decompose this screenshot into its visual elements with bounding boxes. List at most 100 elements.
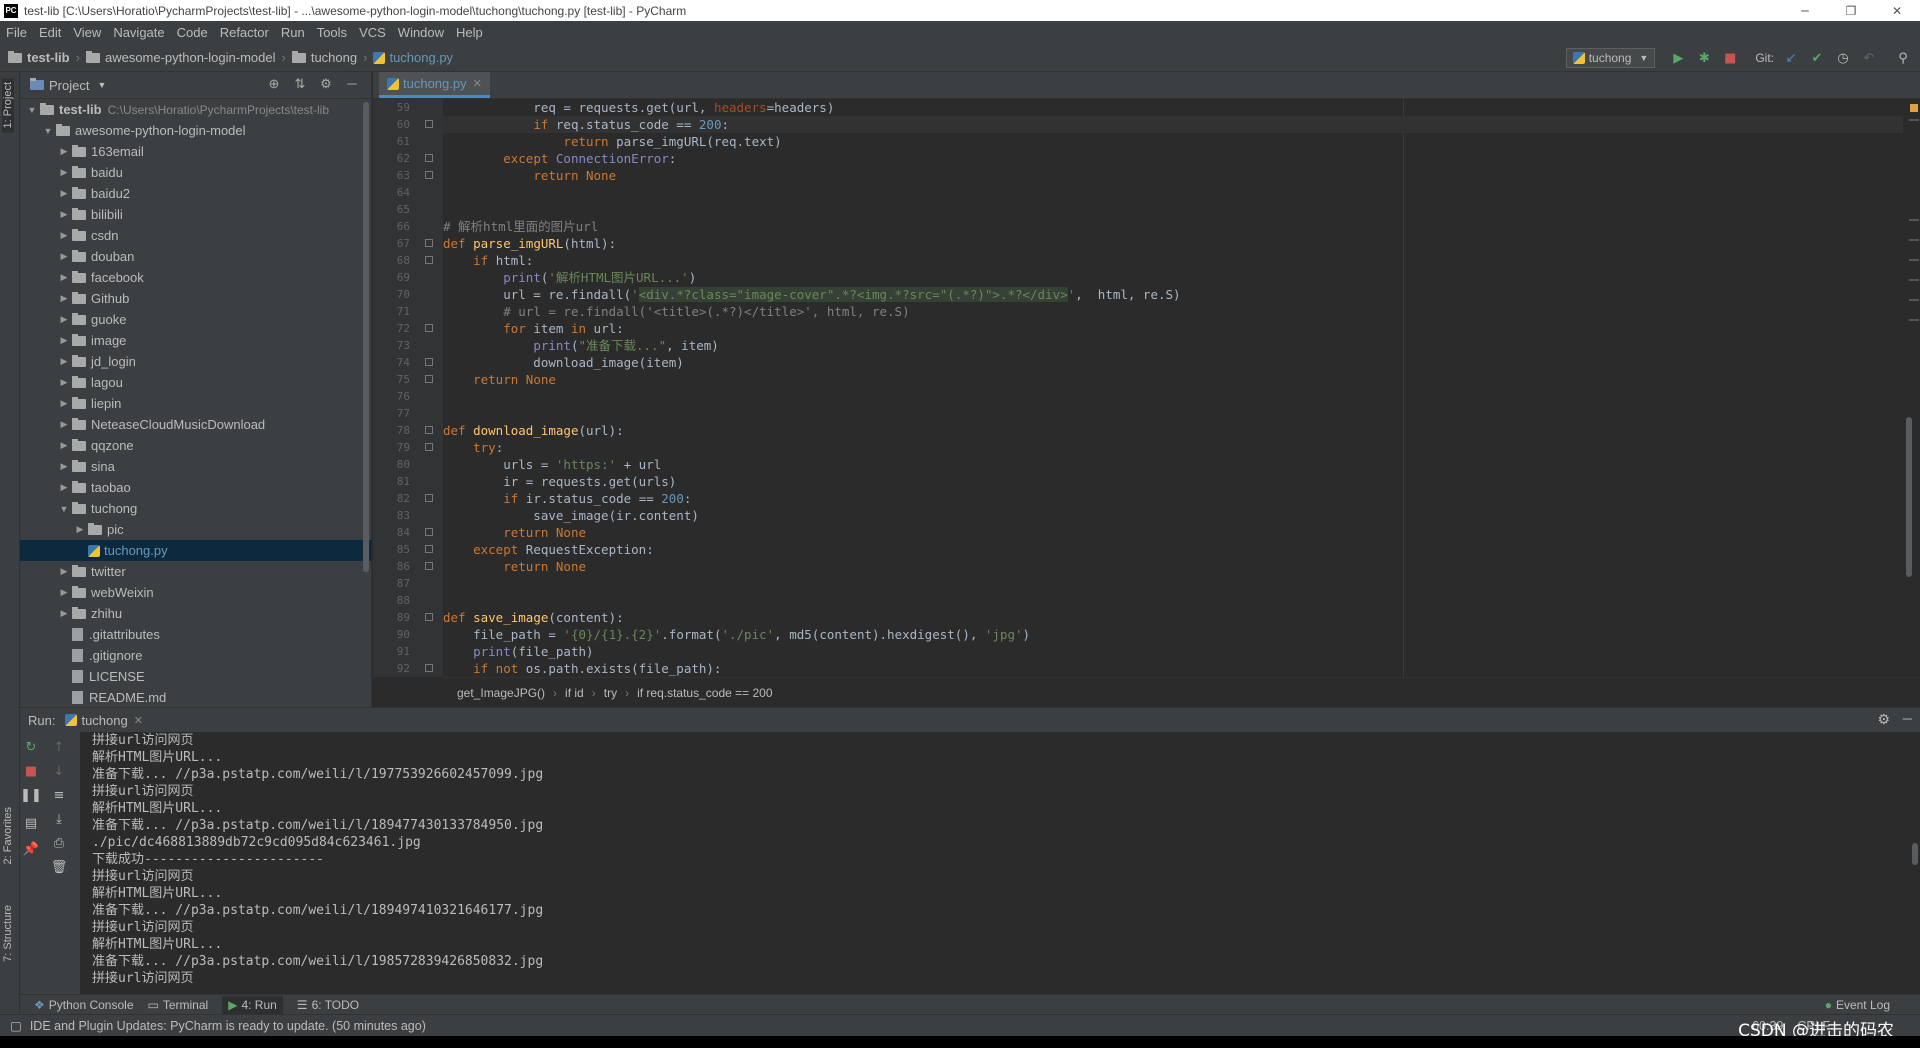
code-line[interactable] (443, 388, 1903, 405)
line-number[interactable]: 90 (373, 626, 443, 643)
tree-folder[interactable]: ▶ lagou (20, 372, 372, 393)
line-number[interactable]: 59 (373, 99, 443, 116)
line-number[interactable]: 61 (373, 133, 443, 150)
line-number[interactable]: 70 (373, 286, 443, 303)
code-line[interactable]: return parse_imgURL(req.text) (443, 133, 1903, 150)
tree-folder[interactable]: ▼ tuchong (20, 498, 372, 519)
tree-folder[interactable]: ▶ jd_login (20, 351, 372, 372)
project-scrollbar[interactable] (363, 102, 369, 572)
code-line[interactable]: return None (443, 371, 1903, 388)
collapse-all-icon[interactable]: ⇅ (287, 76, 313, 92)
soft-wrap-icon[interactable]: ≡ (48, 784, 70, 806)
line-number[interactable]: 79 (373, 439, 443, 456)
code-line[interactable]: return None (443, 524, 1903, 541)
scroll-up-icon[interactable]: ↑ (48, 736, 70, 758)
line-number[interactable]: 64 (373, 184, 443, 201)
fold-marker-icon[interactable] (425, 528, 433, 536)
tree-folder[interactable]: ▶ qqzone (20, 435, 372, 456)
tree-folder[interactable]: ▶ sina (20, 456, 372, 477)
tree-file[interactable]: .gitignore (20, 645, 372, 666)
tree-folder[interactable]: ▶ NeteaseCloudMusicDownload (20, 414, 372, 435)
code-line[interactable]: # url = re.findall('<title>(.*?)</title>… (443, 303, 1903, 320)
warning-marker[interactable] (1910, 104, 1918, 112)
scroll-to-end-icon[interactable]: ⤓ (48, 808, 70, 830)
line-number[interactable]: 80 (373, 456, 443, 473)
code-line[interactable]: if html: (443, 252, 1903, 269)
line-number[interactable]: 62 (373, 150, 443, 167)
tree-folder[interactable]: ▶ douban (20, 246, 372, 267)
line-number[interactable]: 83 (373, 507, 443, 524)
code-line[interactable]: print(file_path) (443, 643, 1903, 660)
fold-marker-icon[interactable] (425, 358, 433, 366)
line-number[interactable]: 88 (373, 592, 443, 609)
line-number[interactable]: 89 (373, 609, 443, 626)
code-line[interactable]: download_image(item) (443, 354, 1903, 371)
fold-marker-icon[interactable] (425, 494, 433, 502)
code-line[interactable]: return None (443, 558, 1903, 575)
line-number[interactable]: 86 (373, 558, 443, 575)
line-number[interactable]: 68 (373, 252, 443, 269)
fold-marker-icon[interactable] (425, 664, 433, 672)
tree-folder[interactable]: ▼ awesome-python-login-model (20, 120, 372, 141)
line-number[interactable]: 73 (373, 337, 443, 354)
line-number[interactable]: 84 (373, 524, 443, 541)
line-number[interactable]: 67 (373, 235, 443, 252)
tree-folder[interactable]: ▶ zhihu (20, 603, 372, 624)
fold-marker-icon[interactable] (425, 426, 433, 434)
restore-button[interactable]: ❐ (1828, 0, 1874, 21)
code-line[interactable]: try: (443, 439, 1903, 456)
tree-folder[interactable]: ▶ bilibili (20, 204, 372, 225)
tree-file[interactable]: tuchong.py (20, 540, 372, 561)
debug-icon[interactable]: ✱ (1693, 47, 1715, 69)
scroll-down-icon[interactable]: ↓ (48, 760, 70, 782)
menu-navigate[interactable]: Navigate (113, 25, 164, 40)
line-number[interactable]: 65 (373, 201, 443, 218)
code-line[interactable] (443, 592, 1903, 609)
code-line[interactable]: print("准备下载...", item) (443, 337, 1903, 354)
tab-run[interactable]: ▶ 4: Run (222, 995, 283, 1014)
structure-tool-tab[interactable]: 7: Structure (2, 905, 14, 962)
breadcrumb-file[interactable]: tuchong.py (373, 50, 453, 65)
code-line[interactable]: def download_image(url): (443, 422, 1903, 439)
fold-marker-icon[interactable] (425, 613, 433, 621)
tree-file[interactable]: LICENSE (20, 666, 372, 687)
line-number[interactable]: 82 (373, 490, 443, 507)
line-number[interactable]: 63 (373, 167, 443, 184)
breadcrumb-folder[interactable]: tuchong › (291, 50, 367, 65)
code-line[interactable]: for item in url: (443, 320, 1903, 337)
hide-panel-icon[interactable]: ─ (339, 76, 365, 92)
menu-refactor[interactable]: Refactor (220, 25, 269, 40)
code-area[interactable]: req = requests.get(url, headers=headers)… (443, 99, 1903, 677)
menu-tools[interactable]: Tools (317, 25, 347, 40)
run-tab-tuchong[interactable]: tuchong ✕ (65, 713, 143, 728)
line-number[interactable]: 77 (373, 405, 443, 422)
code-line[interactable]: ir = requests.get(urls) (443, 473, 1903, 490)
tab-todo[interactable]: ☰ 6: TODO (297, 998, 359, 1012)
code-line[interactable]: except ConnectionError: (443, 150, 1903, 167)
code-line[interactable] (443, 184, 1903, 201)
line-number[interactable]: 71 (373, 303, 443, 320)
tree-folder[interactable]: ▶ guoke (20, 309, 372, 330)
gear-icon[interactable]: ⚙ (313, 76, 339, 92)
code-breadcrumb-item[interactable]: get_ImageJPG() (457, 686, 545, 700)
close-button[interactable]: ✕ (1874, 0, 1920, 21)
code-line[interactable]: print('解析HTML图片URL...') (443, 269, 1903, 286)
search-icon[interactable]: ⚲ (1892, 47, 1914, 69)
breadcrumb-module[interactable]: awesome-python-login-model › (85, 50, 286, 65)
minimize-button[interactable]: ─ (1782, 0, 1828, 21)
event-log-button[interactable]: ● Event Log (1825, 998, 1890, 1012)
menu-run[interactable]: Run (281, 25, 305, 40)
line-number[interactable]: 66 (373, 218, 443, 235)
console-scrollbar[interactable] (1912, 843, 1918, 865)
code-breadcrumb-item[interactable]: if req.status_code == 200 (637, 686, 772, 700)
line-number[interactable]: 60 (373, 116, 443, 133)
close-icon[interactable]: ✕ (473, 77, 482, 90)
print-icon[interactable]: ⎙ (48, 832, 70, 854)
close-icon[interactable]: ✕ (134, 714, 143, 727)
stop-icon[interactable]: ■ (20, 760, 42, 782)
fold-marker-icon[interactable] (425, 375, 433, 383)
line-number[interactable]: 76 (373, 388, 443, 405)
line-number[interactable]: 78 (373, 422, 443, 439)
menu-code[interactable]: Code (177, 25, 208, 40)
editor-scrollbar[interactable] (1906, 417, 1912, 577)
